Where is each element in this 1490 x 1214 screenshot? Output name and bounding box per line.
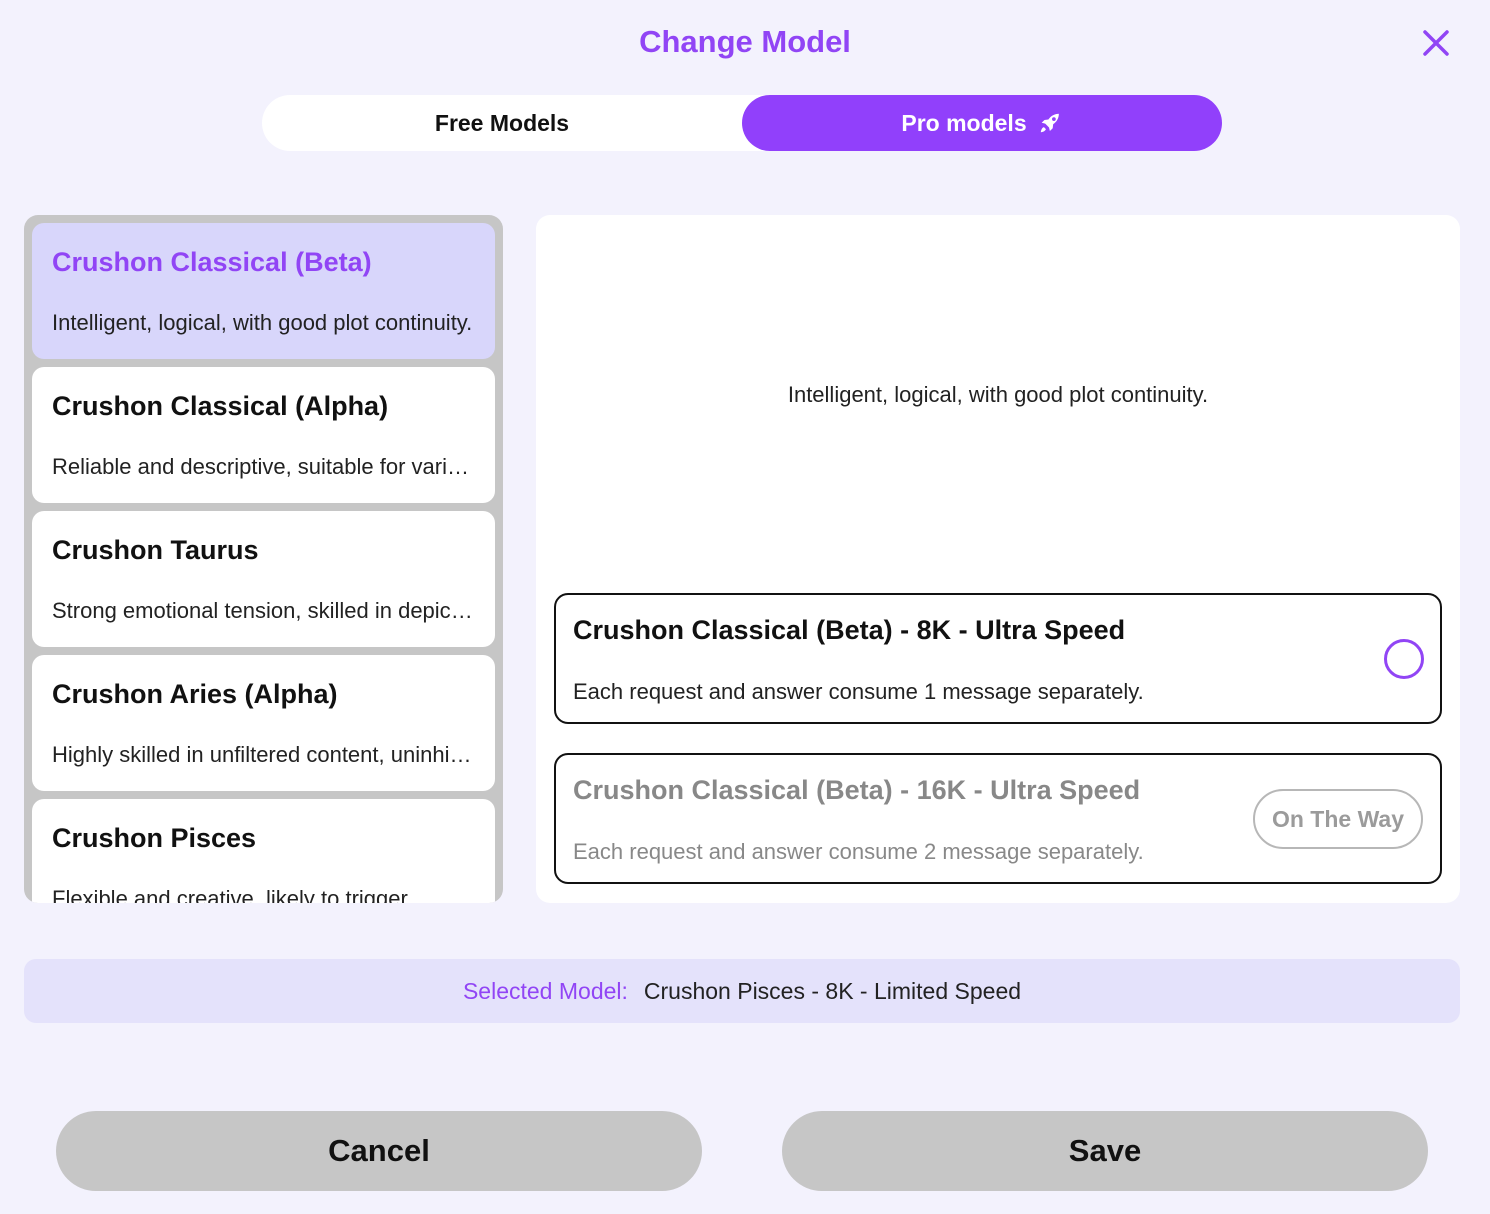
model-description: Intelligent, logical, with good plot con…: [52, 310, 473, 335]
save-button[interactable]: Save: [782, 1111, 1428, 1191]
rocket-icon: [1037, 110, 1063, 136]
model-detail-panel: Intelligent, logical, with good plot con…: [536, 215, 1460, 903]
model-item-crushon-taurus[interactable]: Crushon Taurus Strong emotional tension,…: [32, 511, 495, 647]
model-description: Reliable and descriptive, suitable for v…: [52, 454, 475, 479]
selected-model-label: Selected Model:: [462, 977, 628, 1004]
option-radio[interactable]: [1384, 639, 1424, 679]
model-detail-description: Intelligent, logical, with good plot con…: [787, 382, 1209, 407]
tab-pro-models[interactable]: Pro models: [742, 95, 1222, 151]
option-description: Each request and answer consume 1 messag…: [573, 679, 1144, 704]
cancel-button[interactable]: Cancel: [56, 1111, 702, 1191]
model-list[interactable]: Crushon Classical (Beta) Intelligent, lo…: [24, 215, 503, 903]
tab-free-models[interactable]: Free Models: [262, 95, 742, 151]
close-button[interactable]: [1418, 25, 1454, 61]
model-name: Crushon Taurus: [52, 535, 259, 565]
change-model-dialog: Change Model Free Models Pro models Crus…: [0, 0, 1490, 1214]
model-item-crushon-pisces[interactable]: Crushon Pisces Flexible and creative, li…: [32, 799, 495, 903]
model-item-crushon-classical-beta[interactable]: Crushon Classical (Beta) Intelligent, lo…: [32, 223, 495, 359]
tab-label: Free Models: [434, 109, 570, 136]
model-name: Crushon Pisces: [52, 823, 257, 853]
model-description: Strong emotional tension, skilled in dep…: [52, 598, 475, 623]
model-name: Crushon Classical (Beta): [52, 247, 372, 277]
model-name: Crushon Aries (Alpha): [52, 679, 338, 709]
model-name: Crushon Classical (Alpha): [52, 391, 389, 421]
dialog-title: Change Model: [639, 24, 851, 59]
model-description: Highly skilled in unfiltered content, un…: [52, 742, 475, 767]
model-description: Flexible and creative, likely to trigger: [52, 886, 408, 903]
selected-model-value: Crushon Pisces - 8K - Limited Speed: [643, 977, 1022, 1004]
model-tier-tabs: Free Models Pro models: [262, 95, 1222, 151]
on-the-way-badge: On The Way: [1253, 789, 1423, 849]
model-item-crushon-aries-alpha[interactable]: Crushon Aries (Alpha) Highly skilled in …: [32, 655, 495, 791]
model-option-8k-ultra-speed[interactable]: Crushon Classical (Beta) - 8K - Ultra Sp…: [554, 593, 1442, 724]
model-item-crushon-classical-alpha[interactable]: Crushon Classical (Alpha) Reliable and d…: [32, 367, 495, 503]
model-option-16k-ultra-speed: Crushon Classical (Beta) - 16K - Ultra S…: [554, 753, 1442, 884]
option-name: Crushon Classical (Beta) - 8K - Ultra Sp…: [573, 615, 1126, 645]
selected-model-bar: Selected Model: Crushon Pisces - 8K - Li…: [24, 959, 1460, 1023]
close-icon: [1422, 29, 1450, 57]
tab-label: Pro models: [901, 109, 1027, 136]
